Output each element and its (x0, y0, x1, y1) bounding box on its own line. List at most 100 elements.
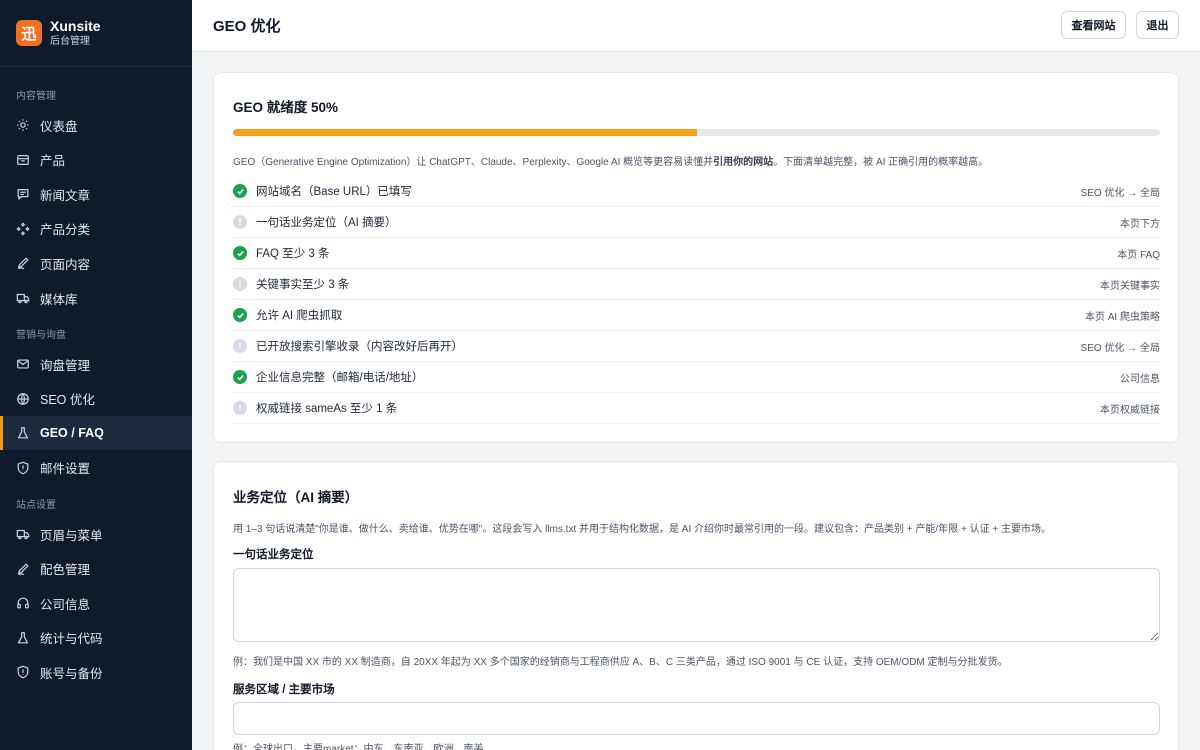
sidebar-item-1-2[interactable]: GEO / FAQ (0, 416, 192, 451)
page-title: GEO 优化 (213, 18, 281, 35)
pen-icon (16, 562, 30, 576)
sidebar-item-label: 账号与备份 (40, 666, 103, 681)
readiness-description: GEO（Generative Engine Optimization）让 Cha… (233, 157, 989, 168)
sidebar-item-label: 仪表盘 (40, 119, 78, 134)
sidebar: 迅 Xunsite 后台管理 内容管理仪表盘产品新闻文章产品分类页面内容媒体库营… (0, 0, 192, 750)
mail-icon (16, 357, 30, 371)
sun-icon (16, 118, 30, 132)
checklist-row: ! 已开放搜索引擎收录（内容改好后再开） SEO 优化 → 全局 (233, 331, 1160, 362)
nav-group-title: 营销与询盘 (16, 330, 66, 341)
brand[interactable]: 迅 Xunsite 后台管理 (0, 0, 192, 67)
sidebar-item-1-3[interactable]: 邮件设置 (0, 451, 192, 485)
flask-icon (16, 426, 30, 440)
checklist-row: 网站域名（Base URL）已填写 SEO 优化 → 全局 (233, 176, 1160, 207)
nav-group-title: 内容管理 (16, 91, 56, 102)
checklist-link[interactable]: 本页关键事实 (1100, 277, 1160, 292)
truck-icon (16, 527, 30, 541)
info-circle-icon: ! (233, 215, 247, 229)
info-circle-icon: ! (233, 339, 247, 353)
sidebar-item-label: GEO / FAQ (40, 426, 104, 441)
sidebar-item-label: 配色管理 (40, 563, 91, 578)
sidebar-item-label: 公司信息 (40, 597, 91, 612)
check-circle-icon (233, 246, 247, 260)
truck-icon (16, 291, 30, 305)
sidebar-item-label: SEO 优化 (40, 393, 95, 408)
box-icon (16, 153, 30, 167)
readiness-progress-bar (233, 129, 1160, 136)
sidebar-item-label: 统计与代码 (40, 632, 103, 647)
sidebar-item-2-3[interactable]: 统计与代码 (0, 621, 192, 655)
sidebar-item-label: 新闻文章 (40, 188, 91, 203)
positioning-field-label: 一句话业务定位 (233, 549, 314, 561)
sidebar-item-2-2[interactable]: 公司信息 (0, 586, 192, 620)
sidebar-item-label: 产品 (40, 154, 66, 169)
top-header: GEO 优化 查看网站 退出 (192, 0, 1200, 52)
flask-icon (16, 631, 30, 645)
checklist-link[interactable]: 本页 FAQ (1117, 246, 1160, 261)
sidebar-item-label: 页眉与菜单 (40, 528, 103, 543)
service-region-label: 服务区域 / 主要市场 (233, 684, 335, 696)
checklist-link[interactable]: SEO 优化 → 全局 (1081, 339, 1160, 354)
checklist-label: 网站域名（Base URL）已填写 (256, 186, 412, 198)
readiness-title: GEO 就绪度 50% (233, 100, 339, 115)
checklist-label: 一句话业务定位（AI 摘要） (256, 217, 397, 229)
checklist-row: 允许 AI 爬虫抓取 本页 AI 爬虫策略 (233, 300, 1160, 331)
category-icon (16, 222, 30, 236)
geo-readiness-card: GEO 就绪度 50% GEO（Generative Engine Optimi… (213, 72, 1179, 443)
sidebar-item-1-1[interactable]: SEO 优化 (0, 382, 192, 416)
info-circle-icon: ! (233, 401, 247, 415)
sidebar-item-0-3[interactable]: 产品分类 (0, 212, 192, 246)
checklist-label: 允许 AI 爬虫抓取 (256, 310, 343, 322)
business-positioning-card: 业务定位（AI 摘要） 用 1–3 句话说清楚"你是谁、做什么、卖给谁、优势在哪… (213, 461, 1179, 750)
check-circle-icon (233, 370, 247, 384)
positioning-textarea[interactable] (233, 568, 1160, 642)
checklist-link[interactable]: 本页 AI 爬虫策略 (1085, 308, 1160, 323)
positioning-hint: 例：我们是中国 XX 市的 XX 制造商，自 20XX 年起为 XX 多个国家的… (233, 657, 1008, 668)
headphones-icon (16, 596, 30, 610)
sidebar-item-2-1[interactable]: 配色管理 (0, 552, 192, 586)
brand-logo: 迅 (16, 20, 42, 46)
checklist-link[interactable]: 本页权威链接 (1100, 401, 1160, 416)
brand-subtitle: 后台管理 (50, 36, 90, 47)
sidebar-item-0-0[interactable]: 仪表盘 (0, 108, 192, 142)
sidebar-item-1-0[interactable]: 询盘管理 (0, 347, 192, 381)
globe-icon (16, 392, 30, 406)
view-site-button[interactable]: 查看网站 (1061, 11, 1126, 39)
sidebar-item-label: 邮件设置 (40, 462, 91, 477)
message-icon (16, 187, 30, 201)
checklist-row: ! 权威链接 sameAs 至少 1 条 本页权威链接 (233, 393, 1160, 424)
checklist-row: ! 关键事实至少 3 条 本页关键事实 (233, 269, 1160, 300)
sidebar-item-2-4[interactable]: 账号与备份 (0, 655, 192, 689)
checklist-label: 关键事实至少 3 条 (256, 279, 350, 291)
check-circle-icon (233, 308, 247, 322)
logout-button[interactable]: 退出 (1136, 11, 1179, 39)
check-circle-icon (233, 184, 247, 198)
checklist-label: 已开放搜索引擎收录（内容改好后再开） (256, 341, 463, 353)
service-region-input[interactable] (233, 702, 1160, 735)
sidebar-item-2-0[interactable]: 页眉与菜单 (0, 517, 192, 551)
pen-icon (16, 256, 30, 270)
readiness-checklist: 网站域名（Base URL）已填写 SEO 优化 → 全局! 一句话业务定位（AI … (233, 176, 1160, 424)
nav-group-title: 站点设置 (16, 500, 56, 511)
service-region-hint: 例：全球出口，主要market：中东、东南亚、欧洲、南美 (233, 744, 484, 750)
checklist-row: FAQ 至少 3 条 本页 FAQ (233, 238, 1160, 269)
sidebar-item-0-1[interactable]: 产品 (0, 143, 192, 177)
checklist-label: 权威链接 sameAs 至少 1 条 (256, 403, 398, 415)
shield-icon (16, 461, 30, 475)
brand-name: Xunsite (50, 18, 101, 34)
checklist-label: 企业信息完整（邮箱/电话/地址） (256, 372, 424, 384)
sidebar-item-0-5[interactable]: 媒体库 (0, 281, 192, 315)
shield-icon (16, 665, 30, 679)
sidebar-item-label: 产品分类 (40, 223, 91, 238)
checklist-link[interactable]: SEO 优化 → 全局 (1081, 184, 1160, 199)
checklist-label: FAQ 至少 3 条 (256, 248, 330, 260)
sidebar-item-0-4[interactable]: 页面内容 (0, 246, 192, 280)
info-circle-icon: ! (233, 277, 247, 291)
positioning-title: 业务定位（AI 摘要） (233, 490, 359, 505)
checklist-link[interactable]: 公司信息 (1120, 370, 1160, 385)
sidebar-item-label: 询盘管理 (40, 358, 91, 373)
checklist-link[interactable]: 本页下方 (1120, 215, 1160, 230)
sidebar-item-label: 页面内容 (40, 257, 91, 272)
positioning-description: 用 1–3 句话说清楚"你是谁、做什么、卖给谁、优势在哪"。这段会写入 llms… (233, 524, 1051, 535)
sidebar-item-0-2[interactable]: 新闻文章 (0, 177, 192, 211)
